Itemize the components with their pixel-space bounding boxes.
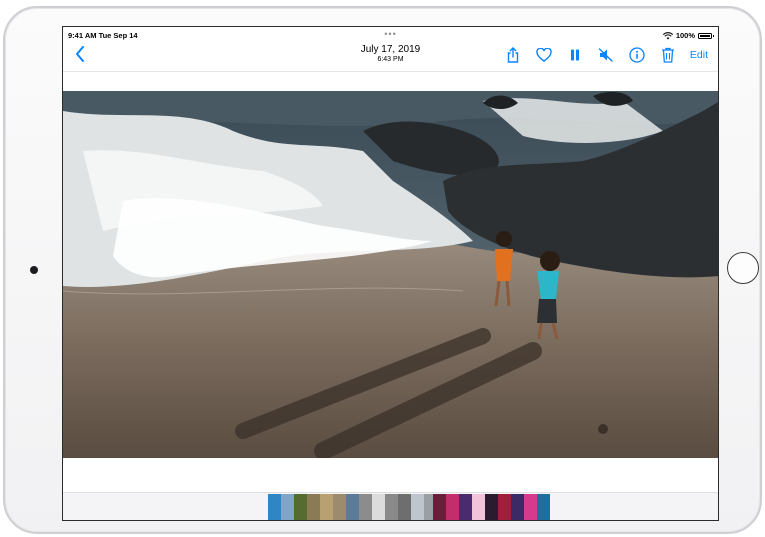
filmstrip-thumbnail[interactable] bbox=[485, 494, 498, 520]
nav-actions: Edit bbox=[504, 46, 708, 64]
edit-button[interactable]: Edit bbox=[690, 49, 708, 61]
filmstrip-thumbnail[interactable] bbox=[281, 494, 294, 520]
battery-percent: 100% bbox=[675, 31, 695, 40]
filmstrip-thumbnail[interactable] bbox=[498, 494, 511, 520]
battery-icon bbox=[698, 32, 714, 39]
filmstrip-thumbnail[interactable] bbox=[524, 494, 537, 520]
pause-icon bbox=[570, 49, 579, 61]
status-right: 100% bbox=[662, 31, 714, 40]
favorite-button[interactable] bbox=[535, 46, 553, 64]
filmstrip-thumbnail[interactable] bbox=[446, 494, 459, 520]
delete-button[interactable] bbox=[659, 46, 677, 64]
photo-image bbox=[63, 91, 718, 458]
filmstrip-thumbnail[interactable] bbox=[333, 494, 346, 520]
filmstrip-thumbnail[interactable] bbox=[459, 494, 472, 520]
pause-button[interactable] bbox=[566, 46, 584, 64]
share-icon bbox=[507, 47, 519, 63]
home-button[interactable] bbox=[727, 252, 759, 284]
photos-screen: 9:41 AM Tue Sep 14 ••• 100% July 17, 201… bbox=[62, 26, 719, 521]
mute-button[interactable] bbox=[597, 46, 615, 64]
filmstrip-thumbnail[interactable] bbox=[372, 494, 385, 520]
navigation-bar: July 17, 2019 6:43 PM Edit bbox=[63, 41, 718, 71]
mute-icon bbox=[598, 48, 613, 62]
filmstrip-thumbnail[interactable] bbox=[411, 494, 424, 520]
multitask-dots-icon[interactable]: ••• bbox=[63, 29, 718, 39]
info-button[interactable] bbox=[628, 46, 646, 64]
filmstrip-thumbnail[interactable] bbox=[359, 494, 372, 520]
filmstrip-thumbnail[interactable] bbox=[537, 494, 550, 520]
wifi-icon bbox=[662, 31, 673, 39]
filmstrip-group bbox=[268, 494, 359, 520]
nav-divider bbox=[63, 71, 718, 72]
front-camera bbox=[30, 266, 38, 274]
filmstrip-thumbnail[interactable] bbox=[268, 494, 281, 520]
filmstrip-thumbnail[interactable] bbox=[320, 494, 333, 520]
info-icon bbox=[629, 47, 645, 63]
filmstrip-thumbnail[interactable] bbox=[346, 494, 359, 520]
filmstrip-thumbnail[interactable] bbox=[511, 494, 524, 520]
beach-photo[interactable] bbox=[63, 91, 718, 458]
filmstrip-thumbnail[interactable] bbox=[433, 494, 446, 520]
filmstrip-thumbnail[interactable] bbox=[472, 494, 485, 520]
filmstrip-group bbox=[433, 494, 550, 520]
trash-icon bbox=[661, 47, 674, 63]
heart-icon bbox=[536, 48, 552, 62]
filmstrip-thumbnail[interactable] bbox=[307, 494, 320, 520]
share-button[interactable] bbox=[504, 46, 522, 64]
filmstrip-thumbnail[interactable] bbox=[294, 494, 307, 520]
filmstrip-thumbnail[interactable] bbox=[398, 494, 411, 520]
filmstrip bbox=[63, 492, 718, 520]
filmstrip-thumbnail[interactable] bbox=[385, 494, 398, 520]
